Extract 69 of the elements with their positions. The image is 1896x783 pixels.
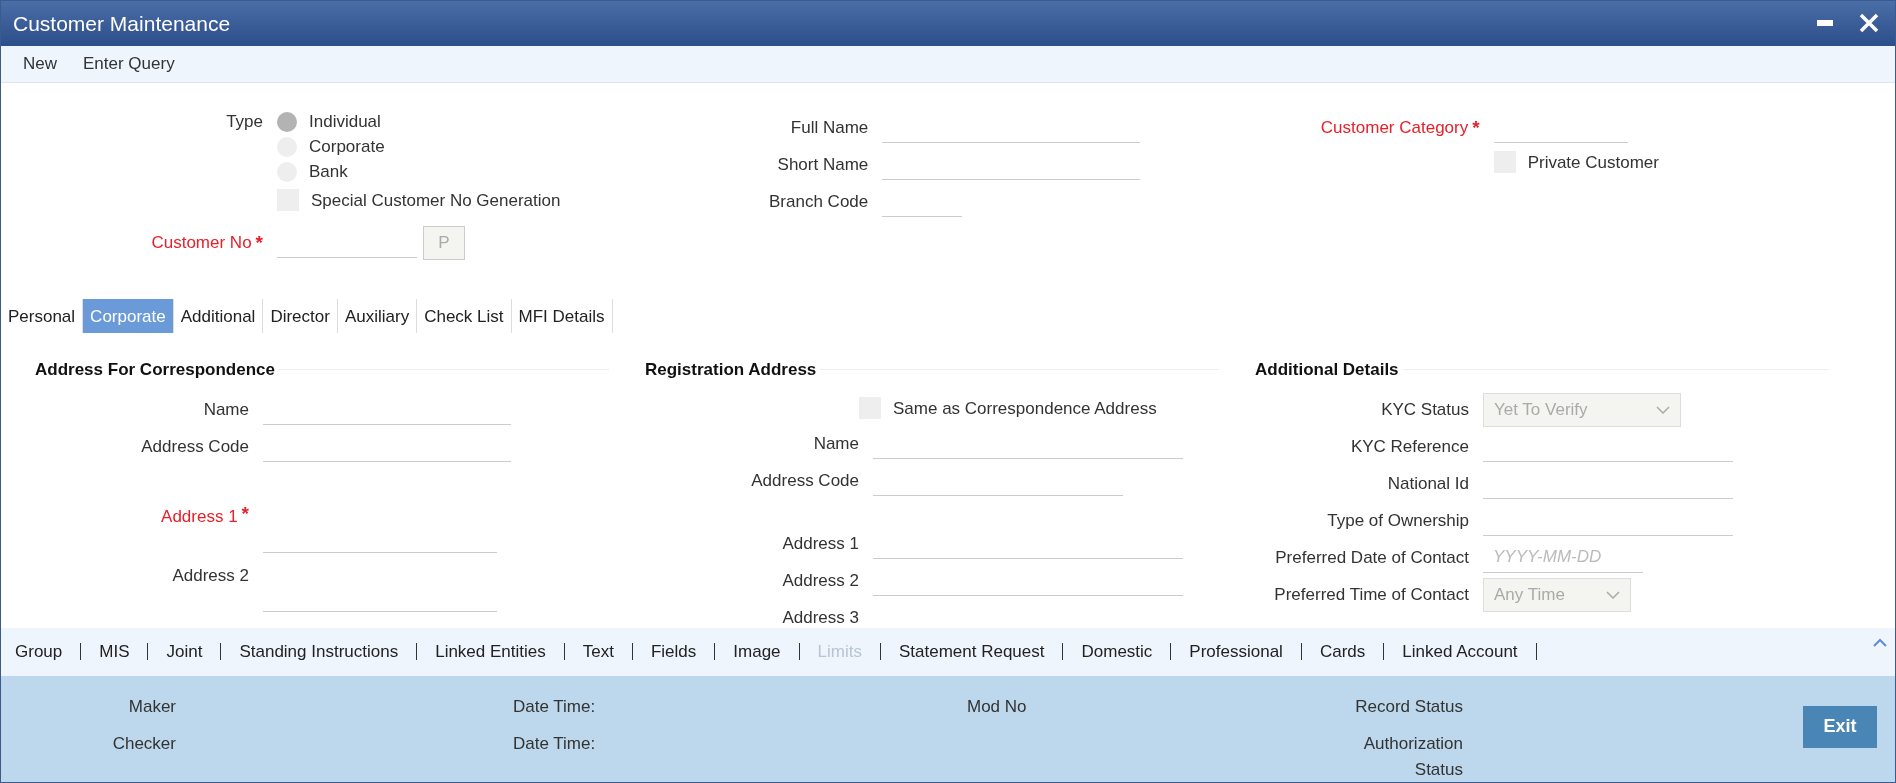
field-label: Type of Ownership [1327,510,1469,533]
checkbox-label: Private Customer [1527,151,1659,174]
required-marker: * [1472,118,1480,138]
audit-label: Date Time: [513,696,596,716]
audit-label: Date Time: [513,734,596,753]
field-label: Name [813,433,859,456]
audit-label: Mod No [967,696,1027,716]
tab-link[interactable]: Statement Request [880,638,1063,665]
date-field[interactable]: YYYY-MM-DD [1483,542,1643,573]
tab[interactable]: Additional [173,299,264,334]
field-label: Address Code [751,470,859,493]
radio-label: Individual [309,111,381,134]
field-label: Type [226,111,263,134]
tab-link[interactable]: Cards [1301,638,1384,665]
tab-link[interactable]: Linked Account [1384,638,1536,665]
radio-button[interactable] [277,111,297,132]
exit-button[interactable]: Exit [1803,705,1877,748]
tab[interactable]: Check List [417,299,512,334]
tab-link[interactable]: Linked Entities [417,638,564,665]
field-label: Short Name [777,154,869,177]
field-label: Address Code [141,436,249,459]
tab-link[interactable]: Professional [1171,638,1301,665]
field-label: KYC Status [1381,399,1469,422]
tab[interactable]: Auxiliary [337,299,418,334]
minimize-icon[interactable] [1817,20,1833,27]
field-label: Address 3 [782,607,859,628]
audit-label: Checker [112,734,176,753]
field-label: Preferred Time of Contact [1274,584,1469,607]
tab[interactable]: Director [263,299,338,334]
audit-label: Maker [128,696,176,716]
close-icon[interactable] [1859,13,1879,34]
tab-link[interactable]: Fields [632,638,715,665]
field-label: KYC Reference [1350,436,1469,459]
section-heading: Additional Details [1255,358,1399,381]
tab-link[interactable]: Joint [148,638,221,665]
tab-link[interactable]: Group [15,638,81,665]
tab-link[interactable]: Image [715,638,799,665]
field-label: Full Name [790,117,869,140]
tab-link[interactable]: Domestic [1063,638,1171,665]
field-label: National Id [1387,473,1469,496]
field-label: Name [203,399,249,422]
audit-label: Authorization Status [1363,734,1463,779]
section-heading: Registration Address [645,358,817,381]
chevron-down-icon [1606,590,1620,599]
tab-link[interactable]: MIS [81,638,148,665]
required-marker: * [241,504,249,524]
field-label: Customer Category [1320,117,1469,140]
audit-label: Record Status [1355,696,1463,716]
menu-item[interactable]: New [23,51,57,77]
radio-label: Bank [309,161,348,184]
checkbox-label: Same as Correspondence Address [893,397,1157,420]
field-label: Address 1 [782,533,859,556]
required-marker: * [255,233,263,253]
chevron-down-icon [1656,405,1670,414]
field-label: Branch Code [769,191,869,214]
radio-label: Corporate [309,136,385,159]
checkbox-label: Special Customer No Generation [311,189,561,212]
tab[interactable]: MFI Details [511,299,613,334]
menu-item[interactable]: Enter Query [83,51,175,77]
field-label: Address 1 [161,506,238,529]
field-label: Address 2 [172,565,249,588]
field-label: Address 2 [782,570,859,593]
window-title: Customer Maintenance [13,10,231,37]
collapse-caret-icon[interactable] [1873,637,1887,647]
field-label: Customer No [151,232,252,255]
field-label: Preferred Date of Contact [1275,547,1469,570]
tab-link[interactable]: Standing Instructions [221,638,417,665]
section-heading: Address For Correspondence [35,358,275,381]
tab-link[interactable]: Text [564,638,632,665]
